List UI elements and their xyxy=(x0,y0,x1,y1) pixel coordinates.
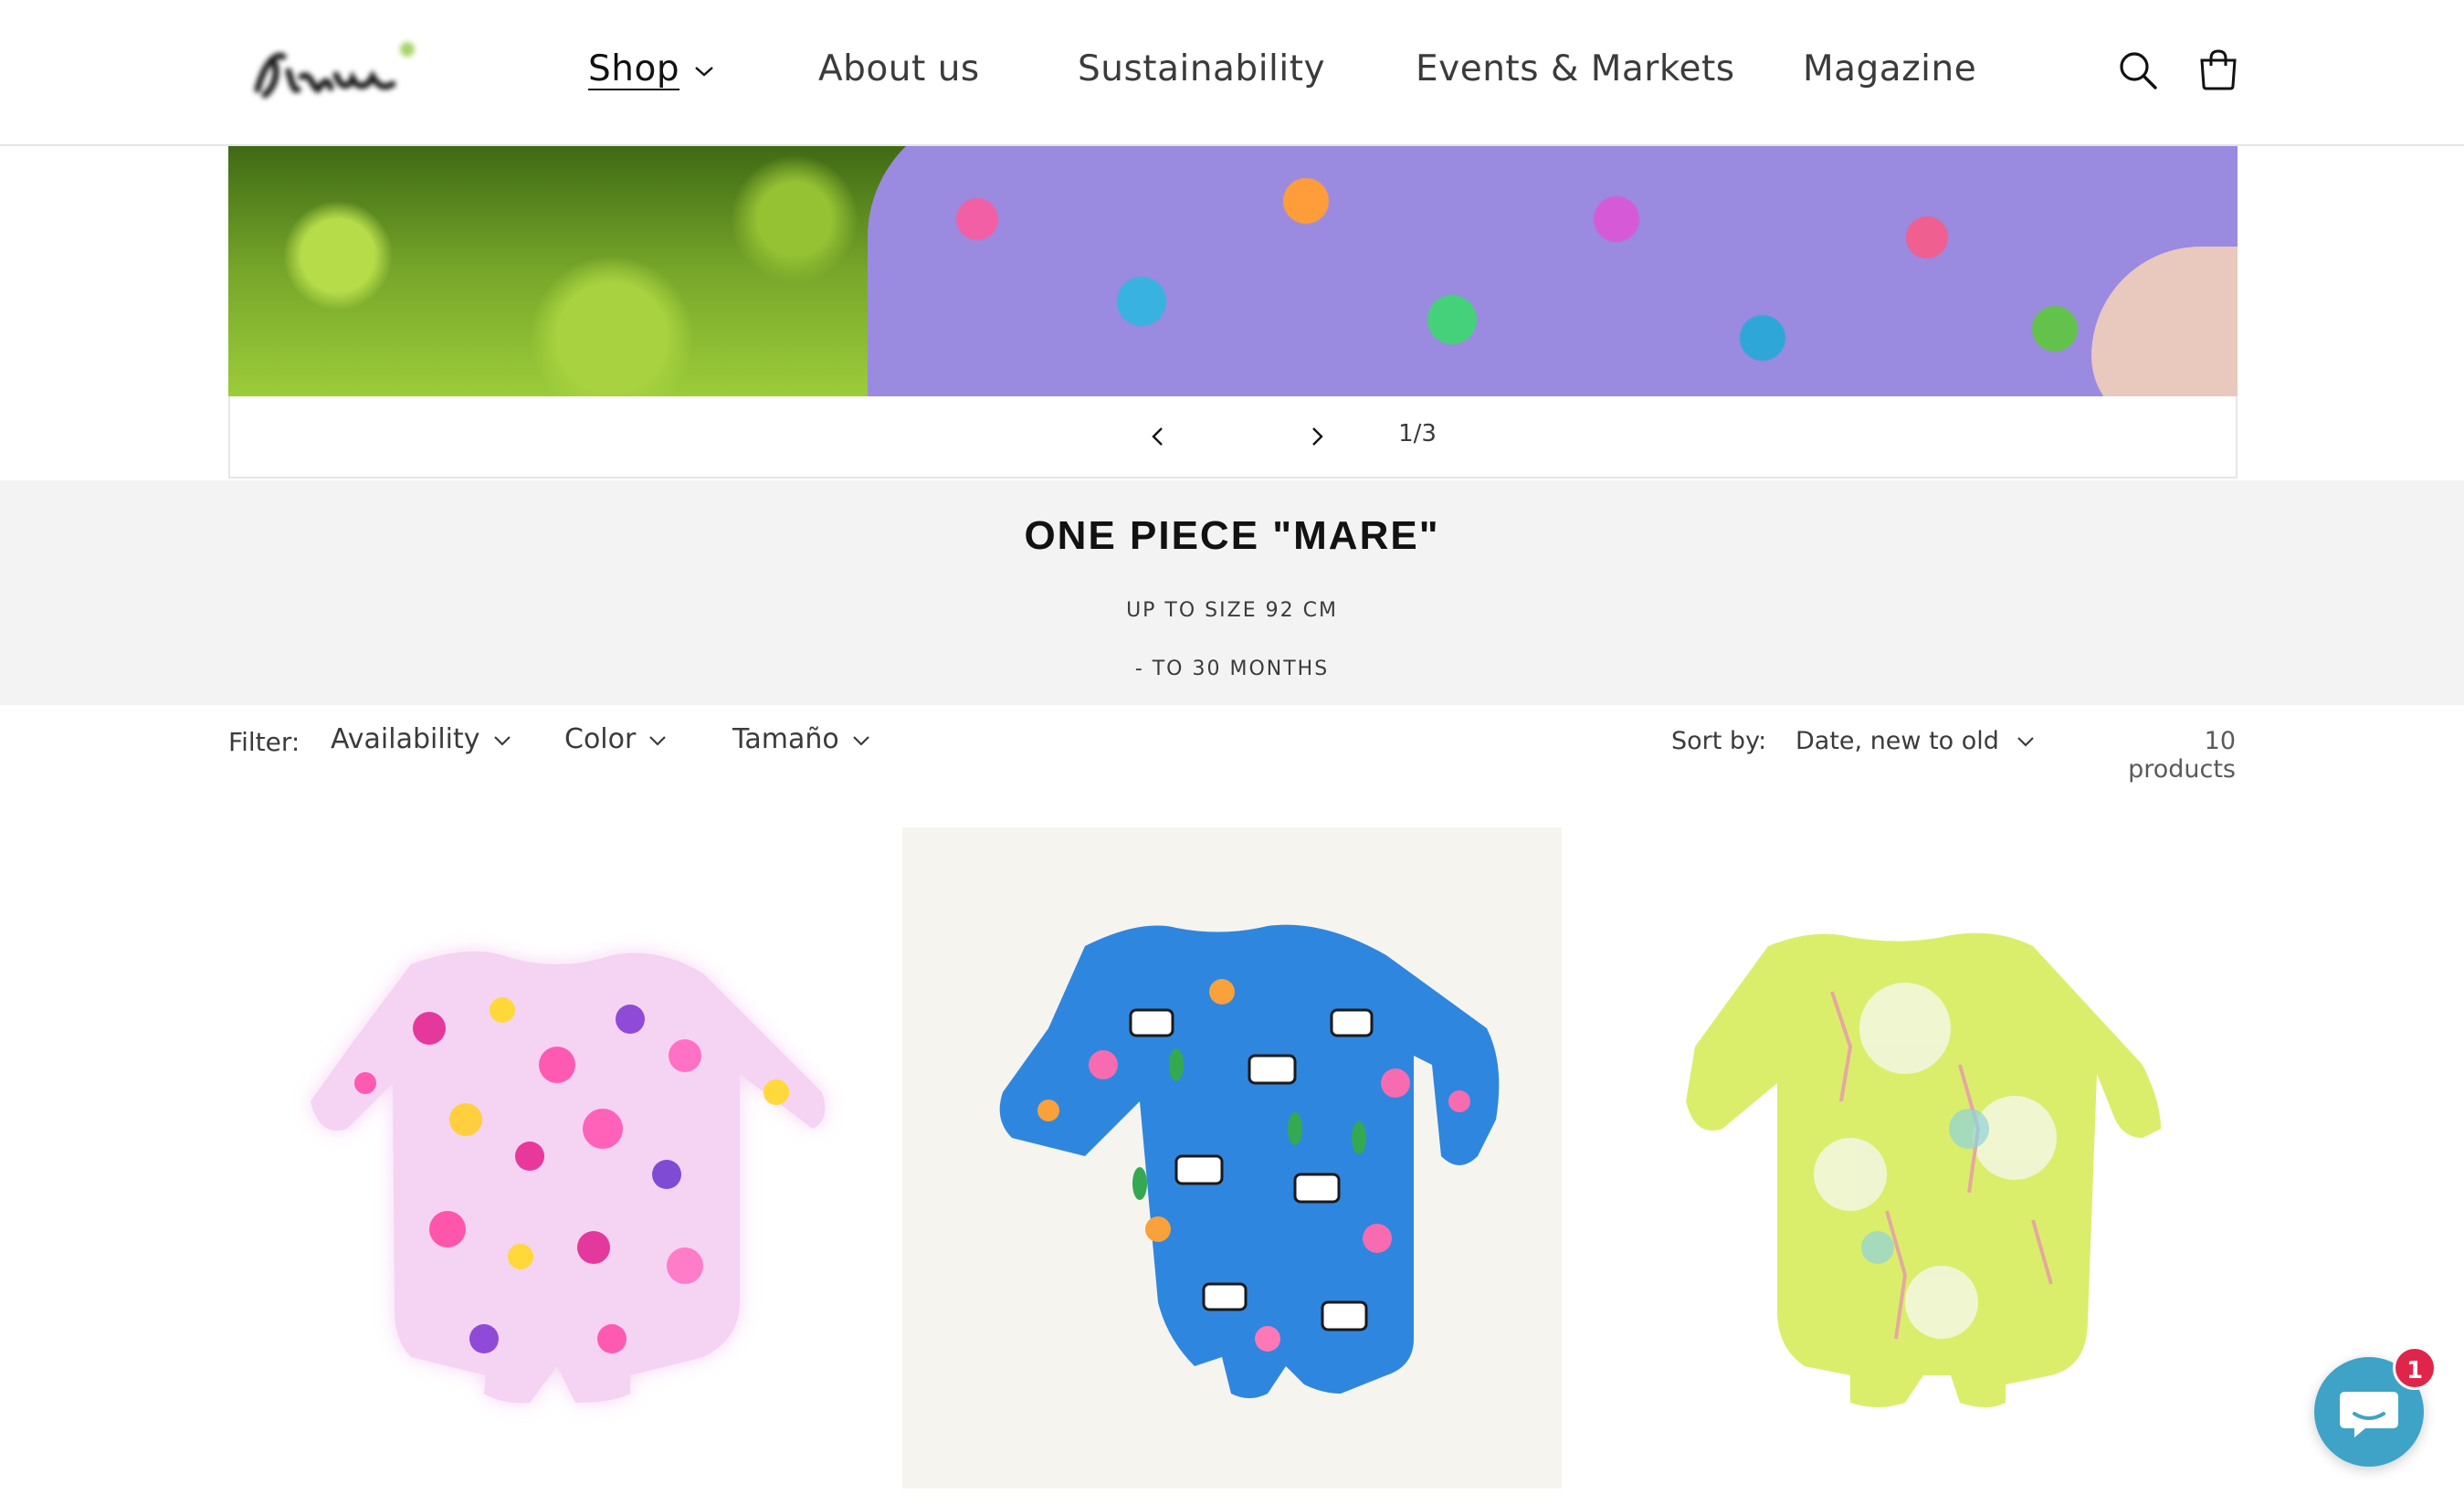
collection-description-size: UP TO SIZE 92 CM xyxy=(1126,599,1338,622)
chevron-down-icon xyxy=(695,66,713,77)
product-image-blue-zebra xyxy=(999,924,1500,1398)
nav-magazine-label: Magazine xyxy=(1803,48,1977,89)
product-image-lime-giraffe xyxy=(1686,932,2161,1407)
chat-notification-badge: 1 xyxy=(2393,1346,2437,1390)
previous-slide-button[interactable] xyxy=(1143,422,1173,451)
product-card-pink-floral[interactable] xyxy=(228,827,888,1489)
nav-events-markets[interactable]: Events & Markets xyxy=(1416,42,1735,97)
nav-sustainability[interactable]: Sustainability xyxy=(1078,42,1325,97)
filter-tamano-label: Tamaño xyxy=(732,723,839,755)
nav-shop-label: Shop xyxy=(588,48,680,89)
product-card-lime-giraffe[interactable] xyxy=(1576,827,2236,1489)
sort-select[interactable]: Date, new to old xyxy=(1795,727,2042,755)
chevron-down-icon xyxy=(649,735,667,746)
grass-background xyxy=(228,146,922,396)
collection-description-age: - TO 30 MONTHS xyxy=(1134,658,1330,680)
cart-icon[interactable] xyxy=(2195,47,2241,93)
nav-magazine[interactable]: Magazine xyxy=(1803,42,1976,97)
nav-about-us-label: About us xyxy=(818,48,980,89)
chevron-down-icon xyxy=(2017,737,2034,747)
filter-color[interactable]: Color xyxy=(564,723,667,755)
product-image-pink-floral xyxy=(311,951,826,1404)
chevron-right-icon xyxy=(1312,427,1323,446)
chevron-left-icon xyxy=(1152,427,1163,446)
product-count: 10 products xyxy=(2128,727,2236,784)
filter-tamano[interactable]: Tamaño xyxy=(732,723,870,755)
sort-label: Sort by: xyxy=(1671,727,1767,755)
collection-title: ONE PIECE "MARE" xyxy=(1024,513,1440,558)
site-header: Shop About us Sustainability Events & Ma… xyxy=(0,0,2464,146)
slide-counter: 1/3 xyxy=(1398,420,1437,447)
elephant-print-fabric xyxy=(868,146,2238,396)
filter-availability[interactable]: Availability xyxy=(331,723,511,755)
next-slide-button[interactable] xyxy=(1302,422,1332,451)
nav-events-markets-label: Events & Markets xyxy=(1416,48,1735,89)
nav-sustainability-label: Sustainability xyxy=(1078,48,1326,89)
filter-color-label: Color xyxy=(564,723,637,755)
slideshow-controls: 1/3 xyxy=(228,396,2238,479)
brand-logo[interactable] xyxy=(247,35,420,113)
nav-about-us[interactable]: About us xyxy=(818,42,980,97)
search-icon[interactable] xyxy=(2115,47,2161,93)
filter-label: Filter: xyxy=(228,727,300,757)
nav-shop[interactable]: Shop xyxy=(588,42,714,97)
filter-availability-label: Availability xyxy=(331,723,480,755)
chevron-down-icon xyxy=(493,735,511,746)
chevron-down-icon xyxy=(852,735,869,746)
hero-slide-image xyxy=(228,146,2238,396)
product-card-blue-zebra[interactable] xyxy=(902,827,1562,1489)
